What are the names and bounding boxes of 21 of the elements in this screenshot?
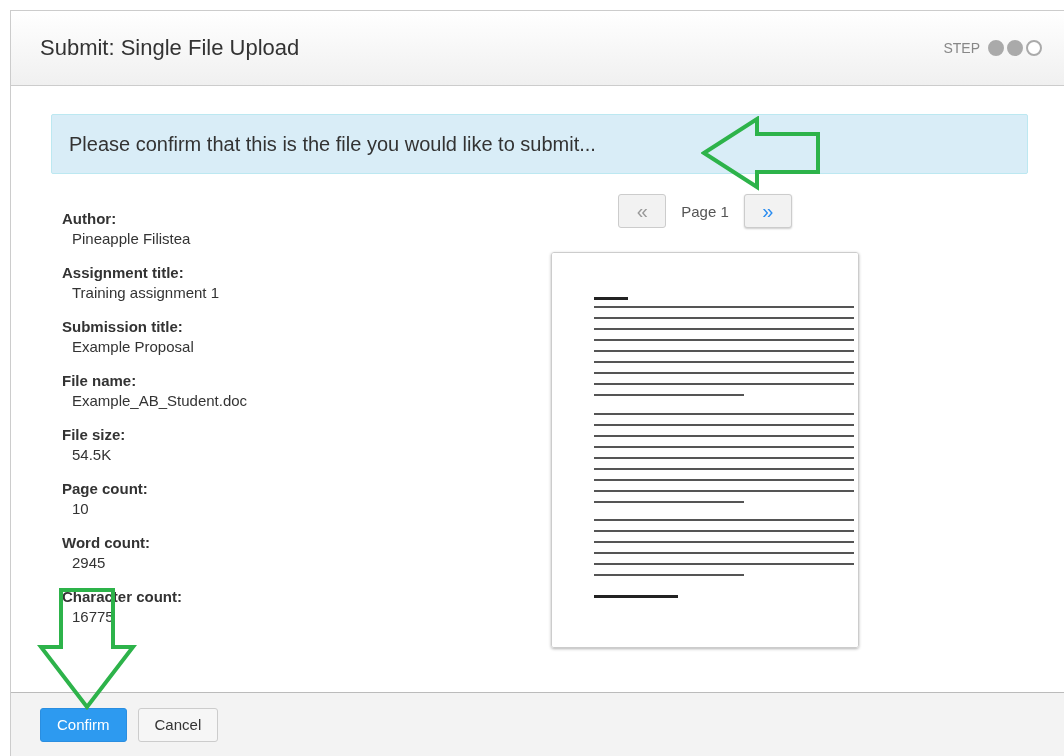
dialog-title: Submit: Single File Upload bbox=[40, 35, 300, 61]
detail-value: Pineapple Filistea bbox=[71, 230, 192, 247]
cancel-button[interactable]: Cancel bbox=[137, 707, 219, 742]
detail-value: 54.5K bbox=[71, 446, 113, 463]
detail-value: 2945 bbox=[71, 554, 107, 571]
detail-label: File size: bbox=[62, 426, 127, 443]
detail-label: Word count: bbox=[62, 534, 152, 551]
detail-value: Example Proposal bbox=[71, 338, 195, 355]
step-label: STEP bbox=[943, 40, 980, 56]
detail-value: 10 bbox=[71, 500, 90, 517]
detail-label: File name: bbox=[62, 372, 138, 389]
detail-value: Training assignment 1 bbox=[71, 284, 221, 301]
confirm-button[interactable]: Confirm bbox=[40, 707, 127, 742]
detail-label: Assignment title: bbox=[62, 264, 185, 281]
confirm-banner: Please confirm that this is the file you would like to submit... bbox=[51, 114, 1028, 174]
page-number: Page 1 bbox=[681, 202, 729, 220]
detail-value: Example_AB_Student.doc bbox=[71, 392, 249, 409]
detail-label: Author: bbox=[62, 210, 118, 227]
detail-label: Submission title: bbox=[62, 318, 184, 335]
next-page-button[interactable]: » bbox=[743, 194, 792, 228]
detail-label: Page count: bbox=[62, 480, 149, 497]
